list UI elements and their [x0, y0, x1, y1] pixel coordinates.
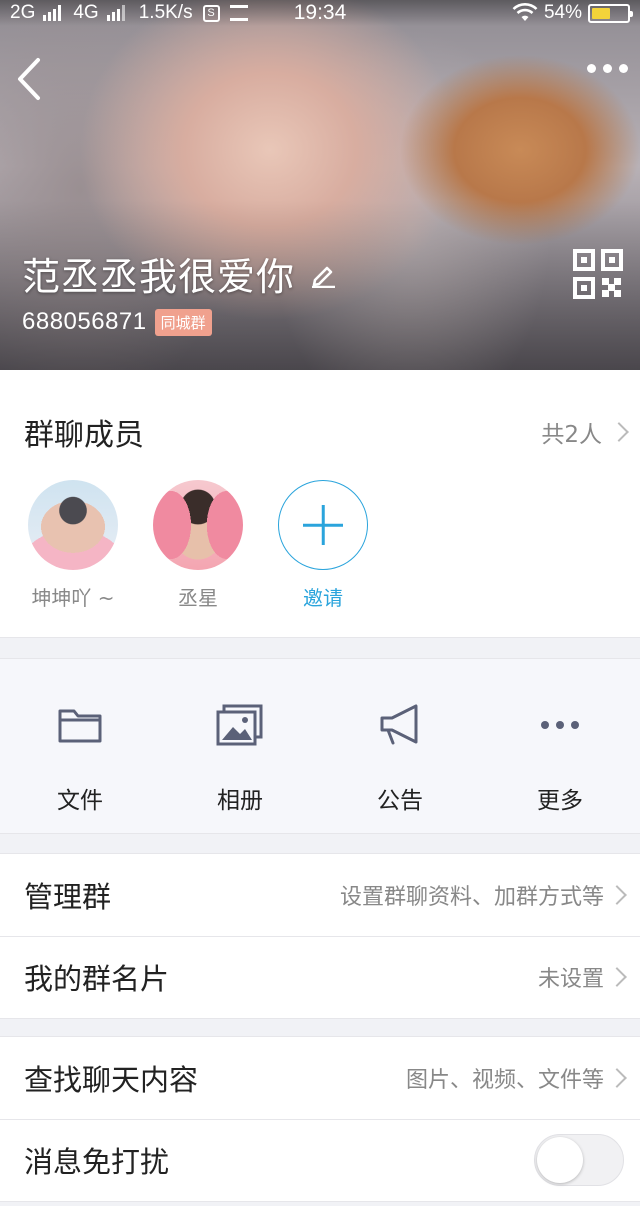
signal-icon — [106, 5, 125, 21]
local-group-tag: 同城群 — [154, 308, 212, 336]
megaphone-icon — [380, 704, 418, 745]
tool-album-label: 相册 — [217, 788, 263, 814]
chevron-right-icon — [607, 885, 627, 905]
settings-group-1: 管理群 设置群聊资料、加群方式等 我的群名片 未设置 — [0, 853, 640, 1019]
member-item[interactable]: 丞星 — [153, 480, 243, 611]
sim-icon: S — [202, 4, 220, 22]
members-count[interactable]: 共2人 — [541, 415, 629, 449]
network-type-1: 2G — [10, 2, 36, 23]
manage-group-title: 管理群 — [24, 880, 112, 914]
members-header[interactable]: 群聊成员 共2人 — [24, 410, 629, 454]
signal-icon — [43, 5, 62, 21]
member-item[interactable]: 坤坤吖 ~ — [28, 480, 118, 611]
member-name: 丞星 — [178, 586, 218, 610]
avatar[interactable] — [153, 480, 243, 570]
edit-name-icon[interactable] — [309, 260, 337, 288]
network-type-2: 4G — [73, 2, 99, 23]
manage-group-value: 设置群聊资料、加群方式等 — [339, 879, 627, 911]
tool-more-label: 更多 — [537, 788, 583, 814]
back-icon[interactable] — [12, 56, 46, 102]
data-saver-icon — [229, 5, 248, 21]
group-members-section: 群聊成员 共2人 坤坤吖 ~ 丞星 邀请 — [0, 370, 640, 638]
search-chat-title: 查找聊天内容 — [24, 1063, 199, 1097]
members-title: 群聊成员 — [24, 418, 144, 453]
member-name: 坤坤吖 ~ — [31, 586, 115, 610]
album-icon — [216, 704, 263, 746]
do-not-disturb-toggle[interactable] — [534, 1134, 624, 1186]
settings-group-2: 查找聊天内容 图片、视频、文件等 消息免打扰 — [0, 1036, 640, 1202]
wifi-icon — [512, 3, 538, 21]
battery-percent: 54% — [543, 2, 582, 23]
tool-notice-label: 公告 — [377, 788, 423, 814]
invite-label: 邀请 — [303, 586, 343, 610]
battery-icon — [588, 3, 633, 23]
group-tools: 文件 相册 公告 更多 — [0, 658, 640, 834]
tool-album[interactable]: 相册 — [160, 659, 320, 833]
chevron-right-icon — [607, 1068, 627, 1088]
my-group-card-hint: 未设置 — [537, 967, 604, 992]
do-not-disturb-row: 消息免打扰 — [0, 1119, 640, 1201]
more-options-icon[interactable] — [587, 64, 628, 73]
search-chat-row[interactable]: 查找聊天内容 图片、视频、文件等 — [0, 1037, 640, 1119]
qr-code-icon[interactable] — [572, 248, 624, 300]
my-group-card-row[interactable]: 我的群名片 未设置 — [0, 936, 640, 1018]
group-id: 688056871 — [22, 308, 147, 335]
my-group-card-title: 我的群名片 — [24, 962, 170, 996]
tool-files-label: 文件 — [57, 788, 103, 814]
group-id-row: 688056871 同城群 — [22, 308, 212, 336]
tool-files[interactable]: 文件 — [0, 659, 160, 833]
avatar[interactable] — [28, 480, 118, 570]
search-chat-value: 图片、视频、文件等 — [405, 1062, 627, 1094]
manage-group-hint: 设置群聊资料、加群方式等 — [339, 885, 604, 910]
network-speed: 1.5K/s — [138, 2, 193, 23]
do-not-disturb-title: 消息免打扰 — [24, 1145, 170, 1179]
status-bar: 2G 4G 1.5K/s S 19:34 54% — [0, 0, 640, 26]
member-list: 坤坤吖 ~ 丞星 邀请 — [28, 480, 368, 611]
tool-more[interactable]: 更多 — [480, 659, 640, 833]
my-group-card-value: 未设置 — [537, 961, 627, 993]
group-name-text: 范丞丞我很爱你 — [22, 255, 296, 299]
manage-group-row[interactable]: 管理群 设置群聊资料、加群方式等 — [0, 854, 640, 936]
group-name: 范丞丞我很爱你 — [22, 246, 337, 301]
search-chat-hint: 图片、视频、文件等 — [405, 1068, 604, 1093]
members-count-label: 共2人 — [541, 422, 602, 448]
add-member-icon[interactable] — [278, 480, 368, 570]
invite-member[interactable]: 邀请 — [278, 480, 368, 611]
more-dots-icon — [541, 721, 579, 729]
tool-notice[interactable]: 公告 — [320, 659, 480, 833]
chevron-right-icon — [607, 967, 627, 987]
chevron-right-icon — [609, 422, 629, 442]
folder-icon — [58, 709, 102, 743]
toggle-knob — [537, 1137, 583, 1183]
